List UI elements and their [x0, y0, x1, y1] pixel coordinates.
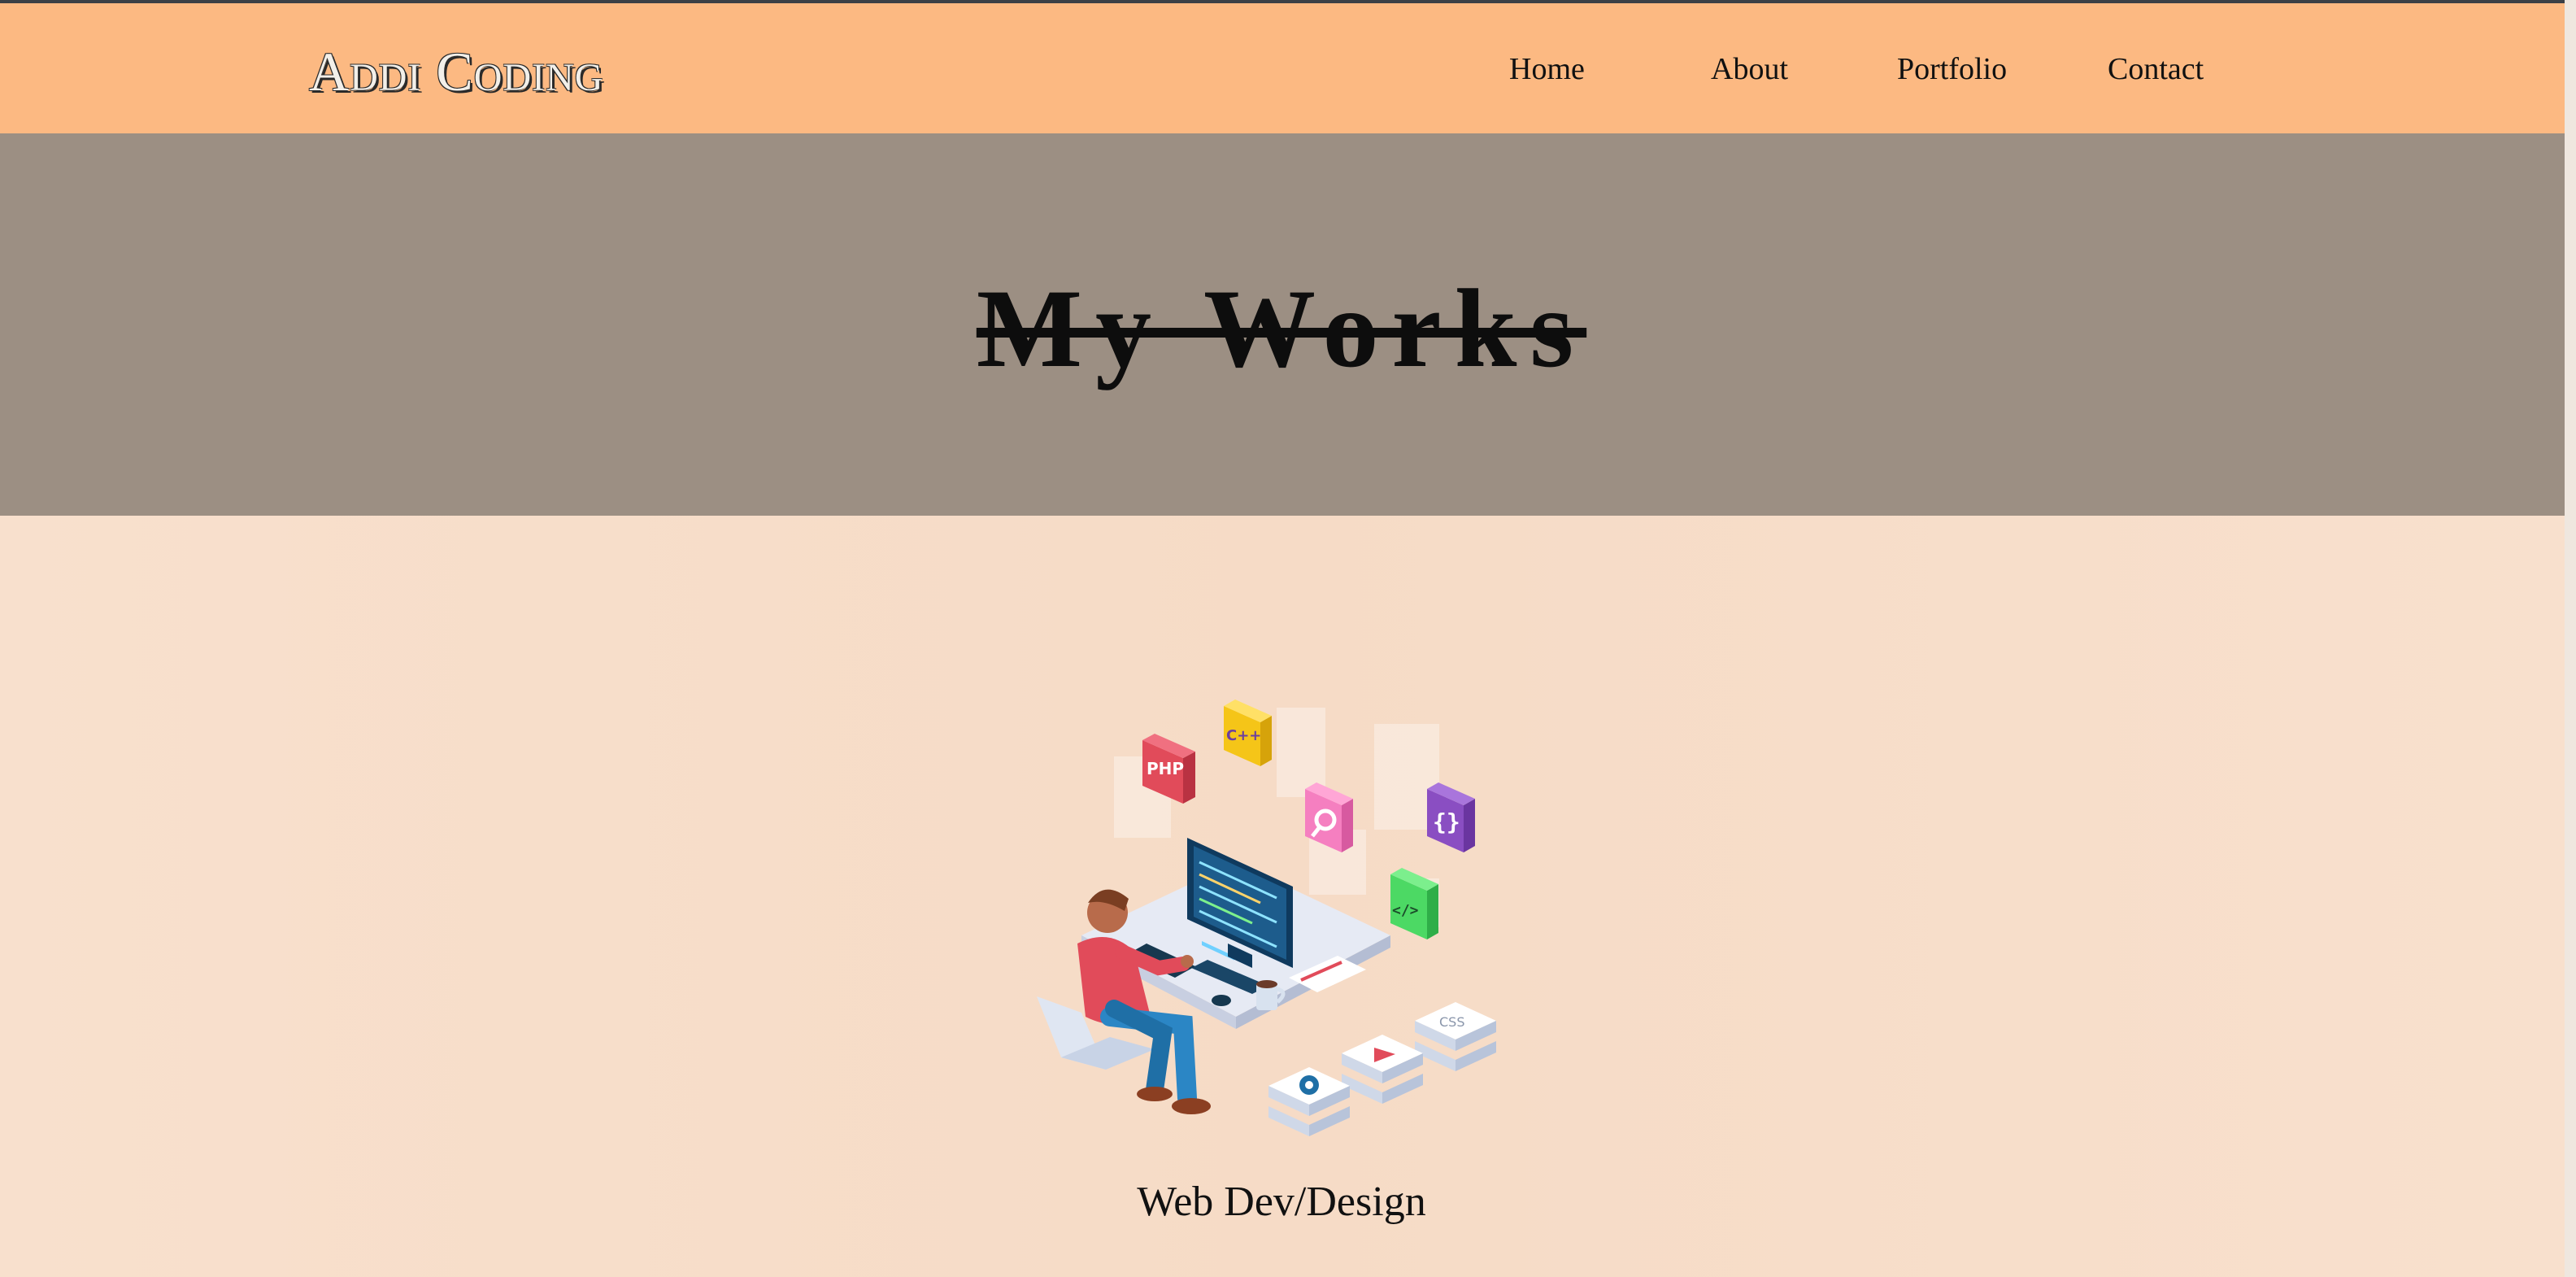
svg-text:PHP: PHP — [1147, 759, 1184, 778]
brand-logo[interactable]: Addi Coding — [309, 39, 603, 104]
mouse-icon — [1212, 995, 1231, 1006]
nav-link-contact[interactable]: Contact — [2108, 49, 2204, 89]
web-dev-illustration: PHP C++ {} </> CSS — [1037, 700, 1496, 1136]
nav-link-about[interactable]: About — [1711, 49, 1788, 89]
nav-link-portfolio[interactable]: Portfolio — [1897, 49, 2007, 89]
navbar: Addi Coding Home About Portfolio Contact — [0, 3, 2576, 133]
css-stack-icon: CSS — [1415, 1002, 1496, 1071]
page-scrollbar[interactable] — [2565, 0, 2576, 1277]
nav-link-home[interactable]: Home — [1509, 49, 1585, 89]
svg-text:</>: </> — [1392, 902, 1419, 919]
cpp-block-icon: C++ — [1224, 700, 1272, 766]
gear-stack-icon — [1268, 1067, 1350, 1136]
braces-block-icon: {} — [1427, 782, 1475, 852]
play-stack-icon — [1342, 1035, 1423, 1104]
svg-text:{}: {} — [1433, 808, 1460, 835]
page-title: My Works — [976, 266, 1587, 390]
portfolio-item-title: Web Dev/Design — [1137, 1179, 1426, 1225]
svg-text:CSS: CSS — [1439, 1014, 1464, 1030]
hero-banner: My Works — [0, 133, 2576, 516]
svg-text:C++: C++ — [1226, 727, 1261, 744]
